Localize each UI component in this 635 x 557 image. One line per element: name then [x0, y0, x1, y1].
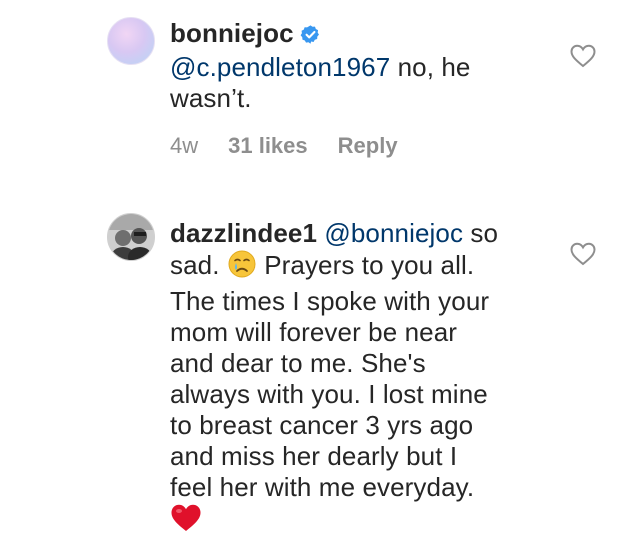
comment-text-segment: Prayers to you all.: [256, 250, 475, 280]
avatar[interactable]: [107, 213, 155, 261]
red-heart-emoji: [170, 503, 202, 540]
comments-panel: bonniejoc @c.pendleton1967 no, he wasn’t…: [0, 0, 635, 557]
comment-line: [170, 503, 555, 540]
comment-line: always with you. I lost mine: [170, 379, 488, 409]
like-heart-icon[interactable]: [570, 44, 596, 68]
comment-line: bonniejoc: [170, 18, 555, 52]
comment-text-segment: no, he: [390, 52, 471, 82]
comment-line: sad. Prayers to you all.: [170, 249, 555, 286]
comment-line: feel her with me everyday.: [170, 472, 475, 502]
mention-link[interactable]: @c.pendleton1967: [170, 52, 390, 82]
comment-line: and dear to me. She's: [170, 348, 426, 378]
comment-time[interactable]: 4w: [170, 133, 198, 158]
likes-count[interactable]: 31 likes: [228, 133, 308, 158]
avatar[interactable]: [107, 17, 155, 65]
username-link[interactable]: dazzlindee1: [170, 218, 317, 248]
comment-line: mom will forever be near: [170, 317, 458, 347]
comment-text: bonniejoc @c.pendleton1967 no, he wasn’t…: [170, 18, 555, 114]
comment-text-segment: so: [463, 218, 499, 248]
comment-line: @c.pendleton1967 no, he: [170, 52, 555, 83]
comment-line: dazzlindee1 @bonniejoc so: [170, 218, 555, 249]
verified-badge-icon: [300, 21, 321, 52]
comment-line: wasn’t.: [170, 83, 252, 113]
like-heart-icon[interactable]: [570, 242, 596, 266]
crying-face-emoji: [227, 249, 257, 286]
username-link[interactable]: bonniejoc: [170, 18, 294, 48]
comment-meta: 4w 31 likes Reply: [170, 133, 428, 159]
comment-text: dazzlindee1 @bonniejoc so sad. Prayers t…: [170, 218, 555, 540]
mention-link[interactable]: @bonniejoc: [324, 218, 463, 248]
comment-text-segment: sad.: [170, 250, 227, 280]
comment-line: and miss her dearly but I: [170, 441, 458, 471]
comment-line: to breast cancer 3 yrs ago: [170, 410, 474, 440]
comment-line: The times I spoke with your: [170, 286, 490, 316]
avatar-photo: [108, 214, 154, 260]
reply-button[interactable]: Reply: [338, 133, 398, 158]
